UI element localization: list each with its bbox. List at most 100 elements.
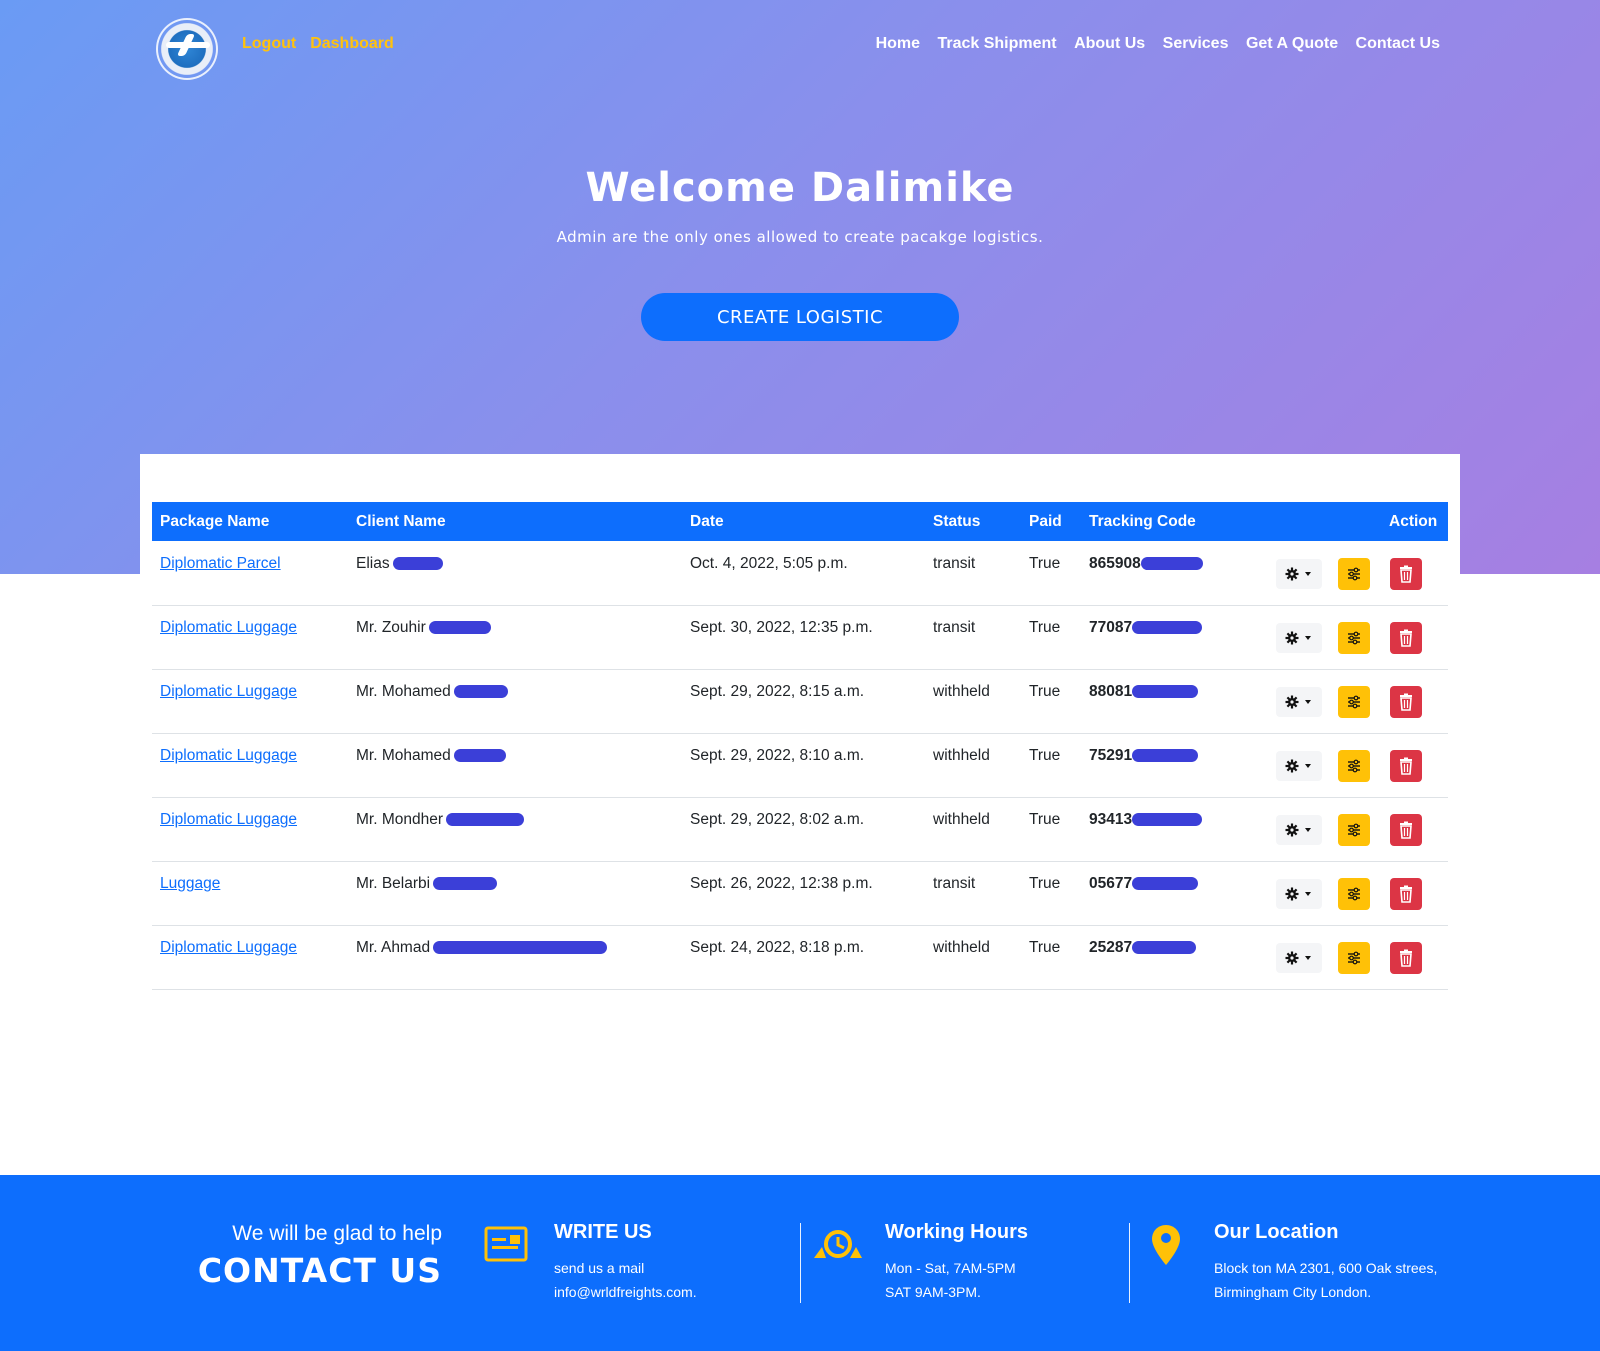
write-us-email[interactable]: info@wrldfreights.com. (554, 1280, 697, 1304)
status-cell: withheld (933, 747, 990, 764)
dashboard-link[interactable]: Dashboard (310, 35, 394, 52)
header-client-name: Client Name (356, 513, 446, 530)
package-name-link[interactable]: Diplomatic Luggage (160, 747, 297, 765)
redaction-mark (1132, 877, 1199, 891)
mail-card-icon (484, 1226, 528, 1262)
sliders-icon (1348, 887, 1360, 901)
settings-dropdown-button[interactable] (1276, 943, 1322, 973)
settings-dropdown-button[interactable] (1276, 879, 1322, 909)
location-line1: Block ton MA 2301, 600 Oak strees, (1214, 1260, 1438, 1276)
edit-button[interactable] (1338, 878, 1370, 910)
tracking-code: 93413 (1089, 811, 1133, 828)
edit-button[interactable] (1338, 558, 1370, 590)
logistics-table-card: Package Name Client Name Date Status Pai… (140, 454, 1460, 1014)
settings-dropdown-button[interactable] (1276, 751, 1322, 781)
redaction-mark (433, 941, 608, 955)
delete-button[interactable] (1390, 750, 1422, 782)
client-name-cell: Mr. Ahmad (356, 939, 608, 957)
date-cell: Sept. 29, 2022, 8:10 a.m. (690, 747, 865, 764)
table-row: Diplomatic Luggage Mr. Ahmad Sept. 24, 202… (152, 925, 1448, 990)
settings-dropdown-button[interactable] (1276, 815, 1322, 845)
package-name-link[interactable]: Diplomatic Luggage (160, 939, 297, 957)
company-logo[interactable] (156, 18, 218, 80)
paid-cell: True (1029, 683, 1061, 700)
working-hours-line2: SAT 9AM-3PM. (885, 1284, 981, 1300)
client-name: Mr. Mondher (356, 811, 444, 828)
gear-icon (1285, 887, 1311, 901)
package-name-link[interactable]: Diplomatic Luggage (160, 683, 297, 701)
status-cell: withheld (933, 811, 990, 828)
header-date: Date (690, 513, 724, 530)
delete-button[interactable] (1390, 686, 1422, 718)
edit-button[interactable] (1338, 750, 1370, 782)
client-name-cell: Elias (356, 555, 443, 573)
settings-dropdown-button[interactable] (1276, 623, 1322, 653)
settings-dropdown-button[interactable] (1276, 559, 1322, 589)
edit-button[interactable] (1338, 622, 1370, 654)
paid-cell: True (1029, 811, 1061, 828)
status-cell: transit (933, 555, 976, 572)
client-name: Mr. Ahmad (356, 939, 431, 956)
table-row: Diplomatic Luggage Mr. Mohamed Sept. 29, 2… (152, 669, 1448, 734)
trash-icon (1400, 629, 1412, 647)
trash-icon (1400, 757, 1412, 775)
tracking-code-cell: 88081 (1089, 683, 1199, 701)
header-paid: Paid (1029, 513, 1062, 530)
date-cell: Sept. 26, 2022, 12:38 p.m. (690, 875, 873, 892)
write-us-title: WRITE US (554, 1221, 652, 1243)
delete-button[interactable] (1390, 558, 1422, 590)
date-cell: Sept. 29, 2022, 8:15 a.m. (690, 683, 865, 700)
nav-home[interactable]: Home (876, 35, 920, 52)
package-name-link[interactable]: Diplomatic Parcel (160, 555, 281, 573)
edit-button[interactable] (1338, 814, 1370, 846)
create-logistic-button[interactable]: CREATE LOGISTIC (641, 293, 959, 341)
nav-contact-us[interactable]: Contact Us (1356, 35, 1440, 52)
tracking-code-cell: 25287 (1089, 939, 1197, 957)
location-line2: Birmingham City London. (1214, 1284, 1372, 1300)
redaction-mark (428, 621, 491, 635)
settings-dropdown-button[interactable] (1276, 687, 1322, 717)
account-links: Logout Dashboard (242, 35, 408, 53)
table-row: Diplomatic Luggage Mr. Zouhir Sept. 30, 20… (152, 605, 1448, 670)
delete-button[interactable] (1390, 622, 1422, 654)
client-name: Elias (356, 555, 390, 572)
redaction-mark (453, 749, 506, 763)
location-pin-icon (1152, 1225, 1180, 1265)
redaction-mark (392, 557, 443, 571)
status-cell: withheld (933, 683, 990, 700)
tracking-code: 865908 (1089, 555, 1141, 572)
location-block: Our Location Block ton MA 2301, 600 Oak … (1214, 1221, 1437, 1304)
client-name-cell: Mr. Mohamed (356, 683, 508, 701)
footer-divider (800, 1223, 801, 1303)
delete-button[interactable] (1390, 878, 1422, 910)
nav-about-us[interactable]: About Us (1074, 35, 1145, 52)
nav-track-shipment[interactable]: Track Shipment (937, 35, 1056, 52)
write-us-line1: send us a mail (554, 1260, 645, 1276)
table-row: Diplomatic Parcel Elias Oct. 4, 2022, 5:05… (152, 541, 1448, 606)
working-hours-line1: Mon - Sat, 7AM-5PM (885, 1260, 1016, 1276)
delete-button[interactable] (1390, 814, 1422, 846)
tracking-code: 75291 (1089, 747, 1133, 764)
sliders-icon (1348, 695, 1360, 709)
nav-get-a-quote[interactable]: Get A Quote (1246, 35, 1338, 52)
location-title: Our Location (1214, 1221, 1339, 1243)
package-name-link[interactable]: Diplomatic Luggage (160, 811, 297, 829)
gear-icon (1285, 631, 1311, 645)
write-us-block: WRITE US send us a mail info@wrldfreight… (554, 1221, 697, 1304)
status-cell: transit (933, 619, 976, 636)
table-row: Diplomatic Luggage Mr. Mohamed Sept. 29, 2… (152, 733, 1448, 798)
delete-button[interactable] (1390, 942, 1422, 974)
welcome-subtitle: Admin are the only ones allowed to creat… (556, 228, 1044, 246)
tracking-code-cell: 75291 (1089, 747, 1199, 765)
logout-link[interactable]: Logout (242, 35, 296, 52)
tracking-code-cell: 77087 (1089, 619, 1203, 637)
tracking-code: 25287 (1089, 939, 1133, 956)
table-header: Package Name Client Name Date Status Pai… (152, 502, 1448, 541)
footer-glad-text: We will be glad to help (232, 1222, 442, 1245)
package-name-link[interactable]: Luggage (160, 875, 220, 893)
edit-button[interactable] (1338, 686, 1370, 718)
nav-services[interactable]: Services (1163, 35, 1229, 52)
edit-button[interactable] (1338, 942, 1370, 974)
sliders-icon (1348, 823, 1360, 837)
package-name-link[interactable]: Diplomatic Luggage (160, 619, 297, 637)
